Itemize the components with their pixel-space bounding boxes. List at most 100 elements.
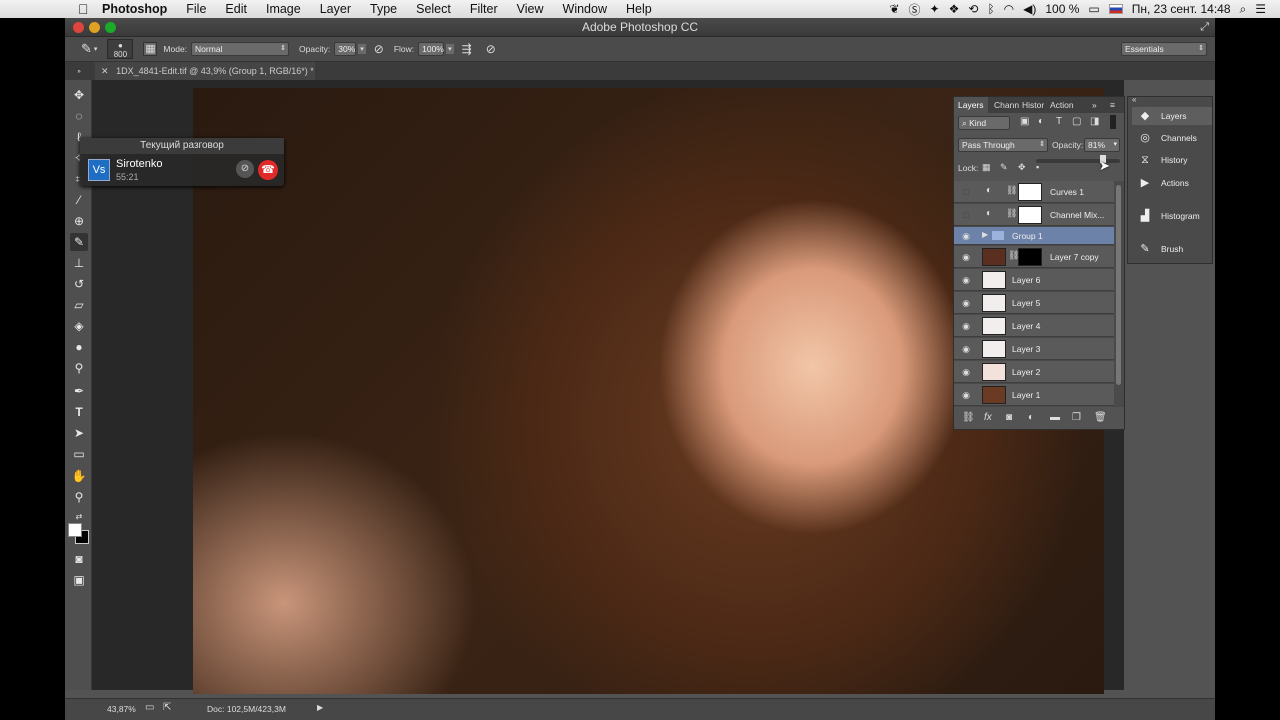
fullscreen-icon[interactable]: ⤢	[1200, 18, 1209, 37]
dock-item-channels[interactable]: ◎ Channels	[1132, 129, 1212, 147]
dock-item-history[interactable]: ⧖ History	[1132, 151, 1212, 169]
collapse-dock-icon[interactable]: «	[1132, 95, 1136, 104]
filter-kind-select[interactable]: ⌕ Kind	[958, 116, 1010, 130]
dodge-tool-icon[interactable]: ⚲	[70, 359, 88, 377]
menu-select[interactable]: Select	[416, 2, 451, 16]
visibility-off-icon[interactable]: □	[960, 209, 972, 221]
mode-select[interactable]: Normal ⇕	[191, 42, 290, 56]
layers-scrollbar[interactable]	[1116, 185, 1121, 385]
foreground-color-swatch[interactable]	[68, 523, 82, 537]
marquee-tool-icon[interactable]: ◌	[70, 107, 88, 125]
pressure-size-icon[interactable]: ⊘	[486, 42, 496, 56]
link-layers-icon[interactable]: ⛓	[962, 412, 975, 423]
lock-image-icon[interactable]: ✎	[1000, 162, 1008, 173]
paint-bucket-tool-icon[interactable]: ◈	[70, 317, 88, 335]
time-machine-icon[interactable]: ⟲	[968, 2, 978, 16]
layer-row-layer7-copy[interactable]: ◉ ⛓ Layer 7 copy	[954, 246, 1114, 268]
doc-size-info[interactable]: Doc: 102,5M/423,3M	[207, 704, 286, 714]
menu-help[interactable]: Help	[626, 2, 652, 16]
menu-window[interactable]: Window	[563, 2, 607, 16]
dock-item-histogram[interactable]: ▟ Histogram	[1132, 207, 1212, 225]
battery-percent[interactable]: 100 %	[1045, 2, 1079, 16]
status-share-icon[interactable]: ⇱	[163, 702, 171, 713]
dock-item-actions[interactable]: ▶ Actions	[1132, 174, 1212, 192]
tab-channels[interactable]: Chann	[994, 97, 1019, 113]
opacity-field[interactable]: 30%	[334, 42, 357, 56]
pen-tool-icon[interactable]: ✒	[70, 382, 88, 400]
workspace-switcher[interactable]: Essentials ⇕	[1121, 42, 1207, 56]
layer-row-layer1[interactable]: ◉ Layer 1	[954, 384, 1114, 406]
bluetooth-icon[interactable]: ᛒ	[987, 2, 994, 16]
apple-icon[interactable]: 	[78, 2, 92, 16]
visibility-eye-icon[interactable]: ◉	[960, 274, 972, 286]
filter-smart-object-icon[interactable]: ◨	[1090, 116, 1099, 127]
filter-toggle-icon[interactable]	[1110, 115, 1116, 129]
menu-filter[interactable]: Filter	[470, 2, 498, 16]
layer-row-layer6[interactable]: ◉ Layer 6	[954, 269, 1114, 291]
panel-menu-icon[interactable]: ≡	[1110, 97, 1115, 113]
zoom-window-button[interactable]	[105, 22, 116, 33]
zoom-tool-icon[interactable]: ⚲	[70, 488, 88, 506]
search-icon[interactable]: ⌕	[1240, 2, 1247, 17]
layer-opacity-field[interactable]: 81% ▾	[1084, 138, 1120, 152]
menu-view[interactable]: View	[517, 2, 544, 16]
brush-tool-icon[interactable]: ✎	[81, 41, 92, 57]
close-window-button[interactable]	[73, 22, 84, 33]
skype-icon[interactable]: Ⓢ	[909, 1, 921, 18]
lock-all-icon[interactable]: ▪	[1036, 162, 1039, 172]
layer-row-group[interactable]: ◉ ▶ Group 1	[954, 227, 1114, 245]
notification-center-icon[interactable]: ☰	[1255, 2, 1266, 16]
delete-layer-icon[interactable]: 🗑	[1094, 412, 1107, 423]
move-tool-icon[interactable]: ✥	[70, 86, 88, 104]
droplet-icon[interactable]: ✦	[930, 2, 940, 16]
healing-brush-tool-icon[interactable]: ⊕	[70, 212, 88, 230]
rectangle-tool-icon[interactable]: ▭	[70, 445, 88, 463]
collapse-toolbar-icon[interactable]: »	[70, 68, 88, 76]
expand-arrow-icon[interactable]: ▶	[982, 230, 988, 239]
eyedropper-tool-icon[interactable]: ⁄	[70, 191, 88, 209]
lock-transparent-icon[interactable]: ▦	[982, 162, 991, 173]
add-mask-icon[interactable]: ◙	[1006, 412, 1012, 423]
volume-icon[interactable]: ◀)	[1023, 2, 1036, 16]
flow-slider-arrow-icon[interactable]: ▾	[446, 44, 454, 54]
visibility-eye-icon[interactable]: ◉	[960, 343, 972, 355]
menu-type[interactable]: Type	[370, 2, 397, 16]
menu-file[interactable]: File	[186, 2, 206, 16]
dropbox-icon[interactable]: ❖	[949, 2, 960, 16]
document-tab[interactable]: ✕ 1DX_4841-Edit.tif @ 43,9% (Group 1, RG…	[95, 62, 315, 80]
filter-pixel-icon[interactable]: ▣	[1020, 116, 1029, 127]
hand-tool-icon[interactable]: ✋	[70, 467, 88, 485]
lock-position-icon[interactable]: ✥	[1018, 162, 1026, 173]
menu-photoshop[interactable]: Photoshop	[102, 2, 167, 16]
new-group-icon[interactable]: ▬	[1050, 412, 1060, 423]
blur-tool-icon[interactable]: ●	[70, 338, 88, 356]
input-source-flag-icon[interactable]	[1108, 4, 1123, 14]
layer-row-curves[interactable]: □ ◐ ⛓ Curves 1	[954, 181, 1114, 203]
flow-field[interactable]: 100%	[418, 42, 445, 56]
layer-row-layer4[interactable]: ◉ Layer 4	[954, 315, 1114, 337]
opacity-slider-arrow-icon[interactable]: ▾	[358, 44, 366, 54]
blend-mode-select[interactable]: Pass Through ⇕	[958, 138, 1048, 152]
layer-row-layer3[interactable]: ◉ Layer 3	[954, 338, 1114, 360]
path-selection-tool-icon[interactable]: ➤	[70, 424, 88, 442]
new-adjustment-icon[interactable]: ◐	[1028, 412, 1034, 423]
tab-actions[interactable]: Action	[1050, 97, 1074, 113]
dock-item-brush[interactable]: ✎ Brush	[1132, 240, 1212, 258]
visibility-eye-icon[interactable]: ◉	[960, 320, 972, 332]
type-tool-icon[interactable]: T	[70, 403, 88, 421]
tab-layers[interactable]: Layers	[954, 97, 988, 113]
airbrush-icon[interactable]: ⇶	[462, 42, 472, 56]
new-layer-icon[interactable]: ❐	[1072, 412, 1081, 423]
visibility-off-icon[interactable]: □	[960, 186, 972, 198]
brush-panel-toggle-icon[interactable]: ▦	[143, 42, 158, 56]
quick-mask-icon[interactable]: ◙	[70, 550, 88, 568]
visibility-eye-icon[interactable]: ◉	[960, 366, 972, 378]
filter-shape-icon[interactable]: ▢	[1072, 116, 1081, 127]
visibility-eye-icon[interactable]: ◉	[960, 251, 972, 263]
menu-image[interactable]: Image	[266, 2, 301, 16]
tab-history[interactable]: Histor	[1022, 97, 1044, 113]
minimize-window-button[interactable]	[89, 22, 100, 33]
menu-layer[interactable]: Layer	[320, 2, 351, 16]
layer-row-layer2[interactable]: ◉ Layer 2	[954, 361, 1114, 383]
close-tab-icon[interactable]: ✕	[101, 66, 109, 76]
